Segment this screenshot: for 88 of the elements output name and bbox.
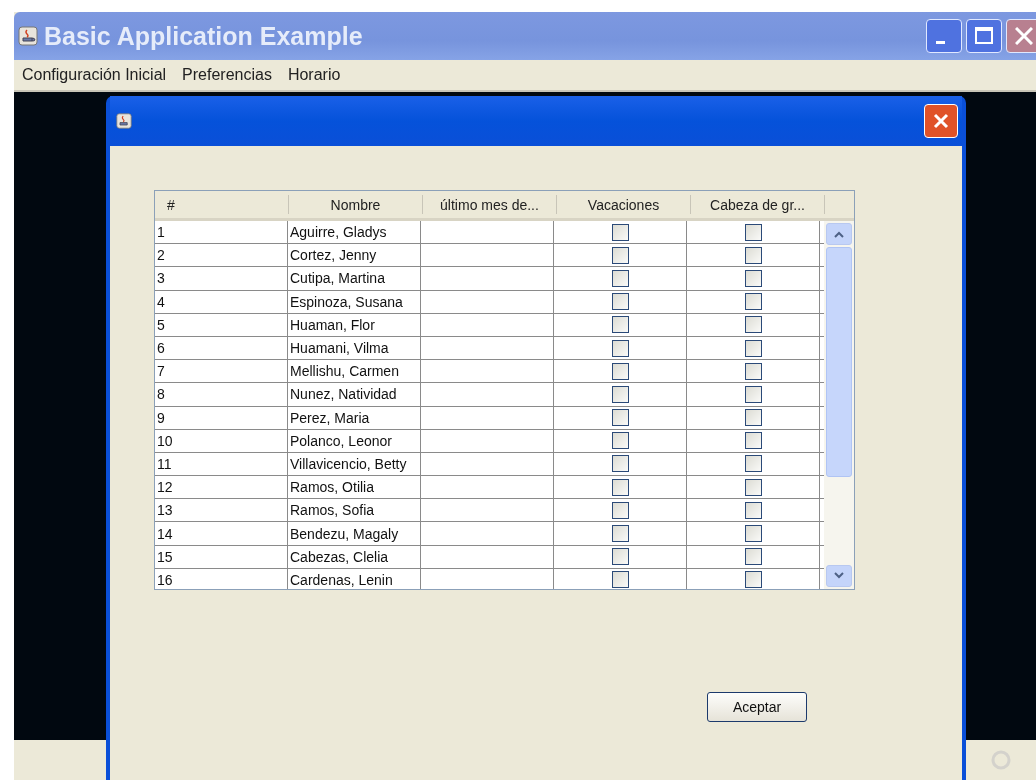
checkbox[interactable] <box>744 455 762 473</box>
table-cell: Ramos, Otilia <box>288 476 421 499</box>
table-cell: Aguirre, Gladys <box>288 221 421 244</box>
table-cell: 10 <box>155 429 288 452</box>
column-header[interactable]: último mes de... <box>423 195 557 214</box>
column-header[interactable]: Vacaciones <box>557 195 691 214</box>
checkbox[interactable] <box>744 548 762 566</box>
table-cell: Cutipa, Martina <box>288 267 421 290</box>
table-cell: 11 <box>155 452 288 476</box>
table-cell: Polanco, Leonor <box>288 429 421 452</box>
checkbox[interactable] <box>744 409 762 427</box>
table-cell: Bendezu, Magaly <box>288 522 421 545</box>
table-cell: Huaman, Flor <box>288 313 421 336</box>
checkbox[interactable] <box>611 293 629 311</box>
table-cell: Ramos, Sofia <box>288 499 421 522</box>
table-cell: 14 <box>155 522 288 545</box>
column-header[interactable]: Nombre <box>289 195 423 214</box>
table-cell: Mellishu, Carmen <box>288 360 421 383</box>
close-button[interactable] <box>1006 19 1036 53</box>
checkbox[interactable] <box>611 269 629 287</box>
table-cell: Cortez, Jenny <box>288 244 421 267</box>
table-cell: 3 <box>155 267 288 290</box>
scroll-up-button[interactable] <box>826 223 852 245</box>
table-cell: 15 <box>155 545 288 568</box>
table-cell: Espinoza, Susana <box>288 290 421 313</box>
table-cell: Villavicencio, Betty <box>288 452 421 476</box>
scrollbar[interactable] <box>824 221 854 589</box>
window-title: Basic Application Example <box>44 21 363 51</box>
checkbox[interactable] <box>744 362 762 380</box>
table-cell: 16 <box>155 568 288 589</box>
table-cell: 4 <box>155 290 288 313</box>
close-icon <box>1015 27 1033 45</box>
checkbox[interactable] <box>611 409 629 427</box>
accept-button[interactable]: Aceptar <box>707 692 807 722</box>
checkbox[interactable] <box>611 316 629 334</box>
checkbox[interactable] <box>611 571 629 589</box>
checkbox[interactable] <box>744 246 762 264</box>
checkbox[interactable] <box>744 269 762 287</box>
checkbox[interactable] <box>744 293 762 311</box>
table-cell: Nunez, Natividad <box>288 383 421 406</box>
checkbox[interactable] <box>744 339 762 357</box>
table-cell: 7 <box>155 360 288 383</box>
checkbox[interactable] <box>744 478 762 496</box>
checkbox[interactable] <box>611 246 629 264</box>
checkbox[interactable] <box>611 362 629 380</box>
checkbox[interactable] <box>611 501 629 519</box>
menu-item[interactable]: Configuración Inicial <box>22 66 167 84</box>
scroll-thumb[interactable] <box>826 247 852 477</box>
table-cell: 2 <box>155 244 288 267</box>
maximize-button[interactable] <box>966 19 1002 53</box>
checkbox[interactable] <box>744 223 762 241</box>
column-header[interactable]: # <box>155 195 289 214</box>
column-header[interactable]: Cabeza de gr... <box>691 195 825 214</box>
checkbox[interactable] <box>611 548 629 566</box>
minimize-button[interactable] <box>926 19 962 53</box>
chevron-down-icon <box>833 572 845 580</box>
circle-icon <box>990 749 1012 771</box>
checkbox[interactable] <box>611 223 629 241</box>
table-cell: 6 <box>155 336 288 360</box>
menu-item[interactable]: Horario <box>287 66 341 84</box>
checkbox[interactable] <box>744 571 762 589</box>
table-cell: 9 <box>155 406 288 429</box>
java-cup-icon <box>116 113 132 129</box>
table-cell: 13 <box>155 499 288 522</box>
table-cell: 1 <box>155 221 288 244</box>
chevron-up-icon <box>833 230 845 238</box>
checkbox[interactable] <box>611 385 629 403</box>
table-cell: 5 <box>155 313 288 336</box>
table-cell: Cabezas, Clelia <box>288 545 421 568</box>
checkbox[interactable] <box>611 432 629 450</box>
table-cell: Cardenas, Lenin <box>288 568 421 589</box>
checkbox[interactable] <box>744 525 762 543</box>
checkbox[interactable] <box>744 501 762 519</box>
checkbox[interactable] <box>744 385 762 403</box>
scroll-down-button[interactable] <box>826 565 852 587</box>
java-cup-icon <box>18 26 38 46</box>
table-cell: Huamani, Vilma <box>288 336 421 360</box>
checkbox[interactable] <box>744 432 762 450</box>
menu-item[interactable]: Preferencias <box>182 66 272 84</box>
minimize-icon <box>935 40 945 44</box>
table-cell: Perez, Maria <box>288 406 421 429</box>
checkbox[interactable] <box>611 525 629 543</box>
checkbox[interactable] <box>611 339 629 357</box>
checkbox[interactable] <box>744 316 762 334</box>
checkbox[interactable] <box>611 455 629 473</box>
table-cell: 12 <box>155 476 288 499</box>
table-cell: 8 <box>155 383 288 406</box>
checkbox[interactable] <box>611 478 629 496</box>
